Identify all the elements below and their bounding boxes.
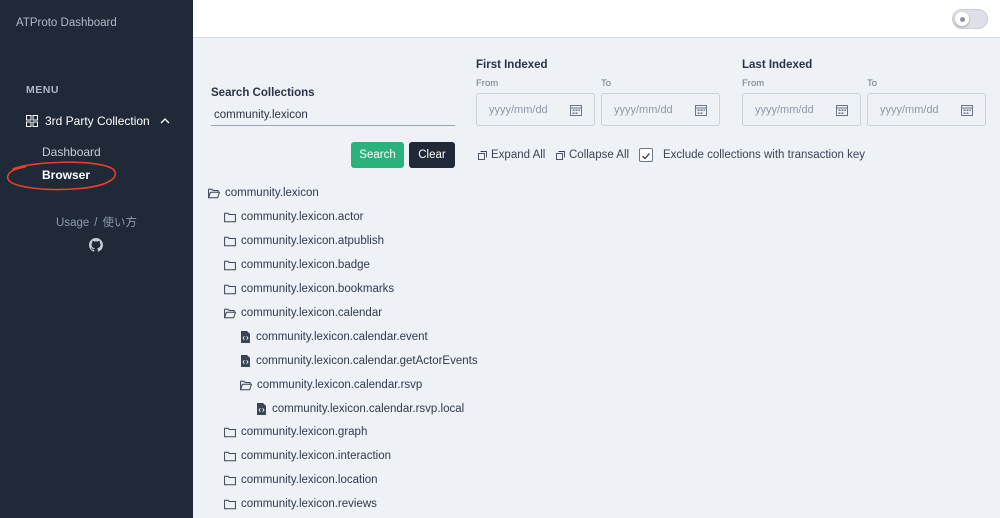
last-indexed-from-input[interactable]: yyyy/mm/dd — [742, 93, 861, 126]
red-circle-annotation — [6, 161, 116, 191]
app-title[interactable]: ATProto Dashboard — [16, 17, 117, 29]
date-placeholder: yyyy/mm/dd — [614, 104, 673, 116]
tree-item[interactable]: community.lexicon.actor — [224, 209, 364, 225]
calendar-icon[interactable] — [695, 104, 707, 116]
tree-item-label: community.lexicon.reviews — [241, 498, 377, 510]
tree-item-label: community.lexicon.graph — [241, 426, 368, 438]
calendar-icon[interactable] — [961, 104, 973, 116]
last-indexed-to-label: To — [867, 78, 878, 89]
top-bar — [193, 0, 1000, 38]
first-indexed-to-label: To — [601, 78, 612, 89]
tree-item[interactable]: community.lexicon.interaction — [224, 448, 391, 464]
clear-button[interactable]: Clear — [409, 142, 455, 168]
first-indexed-title: First Indexed — [476, 59, 548, 71]
first-indexed-from-label: From — [476, 78, 499, 89]
tree-item-label: community.lexicon — [225, 187, 319, 199]
folder-icon — [224, 284, 236, 294]
usage-link[interactable]: Usage — [56, 217, 89, 229]
sun-icon — [959, 16, 965, 22]
tree-item-label: community.lexicon.calendar — [241, 307, 383, 319]
expand-all-label: Expand All — [491, 149, 546, 161]
tree-item-label: community.lexicon.interaction — [241, 450, 391, 462]
tree-item[interactable]: community.lexicon.graph — [224, 424, 367, 440]
usage-separator: / — [94, 217, 98, 229]
tree-item[interactable]: community.lexicon.calendar.event — [241, 329, 428, 345]
folder-icon — [224, 475, 236, 485]
expand-all-button[interactable]: Expand All — [478, 149, 545, 161]
date-placeholder: yyyy/mm/dd — [489, 104, 548, 116]
usage-jp-link[interactable]: 使い方 — [102, 217, 137, 229]
search-button[interactable]: Search — [351, 142, 404, 168]
folder-icon — [224, 260, 236, 270]
tree-item-label: community.lexicon.atpublish — [241, 235, 384, 247]
theme-toggle[interactable] — [952, 9, 988, 29]
sidebar-section-3rd-party-collection[interactable]: 3rd Party Collection — [26, 112, 171, 130]
last-indexed-title: Last Indexed — [742, 59, 813, 71]
tree-item[interactable]: community.lexicon.reviews — [224, 496, 377, 512]
search-collections-label: Search Collections — [211, 87, 315, 99]
chevron-up-icon — [160, 118, 170, 124]
folder-icon — [224, 499, 236, 509]
tree-item[interactable]: community.lexicon.location — [224, 472, 378, 488]
tree-item[interactable]: community.lexicon.bookmarks — [224, 281, 394, 297]
file-code-icon — [241, 355, 250, 367]
grid-icon — [26, 115, 38, 127]
tree-item-label: community.lexicon.calendar.getActorEvent… — [256, 355, 478, 367]
tree-item-label: community.lexicon.actor — [241, 211, 364, 223]
sidebar: ATProto Dashboard MENU 3rd Party Collect… — [0, 0, 193, 518]
expand-icon — [478, 150, 487, 160]
collapse-icon — [556, 150, 565, 160]
tree-item-label: community.lexicon.bookmarks — [241, 283, 395, 295]
folder-icon — [224, 236, 236, 246]
first-indexed-to-input[interactable]: yyyy/mm/dd — [601, 93, 720, 126]
folder-icon — [224, 212, 236, 222]
checkmark-icon — [642, 153, 650, 160]
first-indexed-from-input[interactable]: yyyy/mm/dd — [476, 93, 595, 126]
calendar-icon[interactable] — [570, 104, 582, 116]
tree-item[interactable]: community.lexicon.calendar.rsvp.local — [257, 401, 464, 417]
folder-open-icon — [208, 188, 220, 198]
tree-item-label: community.lexicon.calendar.event — [256, 331, 428, 343]
github-icon[interactable] — [89, 238, 103, 252]
tree-item-label: community.lexicon.badge — [241, 259, 370, 271]
toggle-knob — [955, 12, 969, 26]
tree-item-label: community.lexicon.location — [241, 474, 378, 486]
tree-item[interactable]: community.lexicon.calendar.getActorEvent… — [241, 353, 478, 369]
file-code-icon — [241, 331, 250, 343]
tree-item[interactable]: community.lexicon — [208, 185, 319, 201]
collapse-all-label: Collapse All — [569, 149, 630, 161]
tree-item[interactable]: community.lexicon.badge — [224, 257, 370, 273]
tree-item[interactable]: community.lexicon.calendar — [224, 305, 382, 321]
search-input[interactable] — [211, 104, 455, 126]
date-placeholder: yyyy/mm/dd — [755, 104, 814, 116]
folder-icon — [224, 451, 236, 461]
folder-open-icon — [240, 380, 252, 390]
folder-open-icon — [224, 308, 236, 318]
sidebar-section-label: 3rd Party Collection — [45, 114, 150, 128]
file-code-icon — [257, 403, 266, 415]
last-indexed-from-label: From — [742, 78, 765, 89]
tree-item[interactable]: community.lexicon.atpublish — [224, 233, 384, 249]
calendar-icon[interactable] — [836, 104, 848, 116]
folder-icon — [224, 427, 236, 437]
menu-label: MENU — [26, 84, 59, 96]
collapse-all-button[interactable]: Collapse All — [556, 149, 629, 161]
tree-item-label: community.lexicon.calendar.rsvp.local — [272, 403, 465, 415]
tree-item[interactable]: community.lexicon.calendar.rsvp — [240, 377, 422, 393]
date-placeholder: yyyy/mm/dd — [880, 104, 939, 116]
usage-row: Usage / 使い方 — [0, 214, 193, 230]
last-indexed-to-input[interactable]: yyyy/mm/dd — [867, 93, 986, 126]
exclude-transaction-key-label: Exclude collections with transaction key — [663, 149, 865, 161]
exclude-transaction-key-checkbox[interactable] — [639, 148, 653, 162]
tree-item-label: community.lexicon.calendar.rsvp — [257, 379, 423, 391]
